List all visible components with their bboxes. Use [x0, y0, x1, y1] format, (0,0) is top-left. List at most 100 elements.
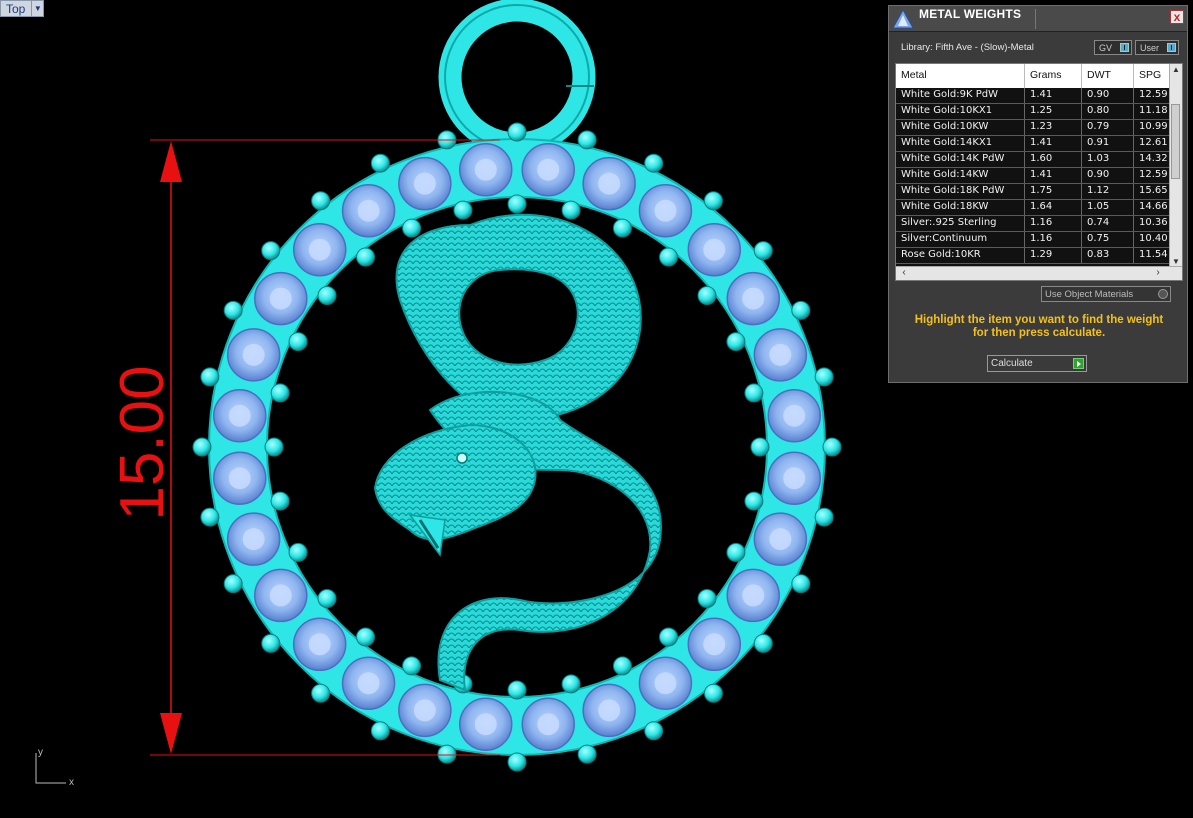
cell-grams: 1.16	[1025, 216, 1082, 231]
gem-facet	[654, 672, 677, 695]
prong-bead	[703, 683, 723, 703]
gem-facet	[357, 672, 380, 695]
gem-facet	[269, 584, 292, 607]
prong-bead	[577, 130, 597, 150]
cell-dwt: 1.12	[1082, 184, 1134, 199]
prong-bead	[507, 122, 527, 142]
gem-facet	[228, 467, 251, 490]
vertical-scrollbar[interactable]: ▲ ▼	[1169, 64, 1182, 268]
table-row[interactable]: Silver:.925 Sterling 1.16 0.74 10.36	[896, 216, 1170, 232]
prong-bead	[644, 153, 664, 173]
gem-facet	[308, 633, 331, 656]
cell-dwt: 0.80	[1082, 104, 1134, 119]
gem-facet	[783, 467, 806, 490]
cell-spg: 15.65	[1139, 185, 1168, 196]
prong-bead	[744, 383, 764, 403]
cell-metal: White Gold:10KX1	[896, 104, 1025, 119]
cell-spg: 14.32	[1139, 153, 1168, 164]
horizontal-scrollbar[interactable]: ‹ ›	[896, 266, 1182, 280]
gem-facet	[537, 158, 560, 181]
cell-grams: 1.16	[1025, 232, 1082, 247]
instruction-text: Highlight the item you want to find the …	[899, 314, 1179, 340]
cell-metal: White Gold:10KW	[896, 120, 1025, 135]
prong-bead	[814, 507, 834, 527]
prong-bead	[791, 300, 811, 320]
prong-bead	[311, 191, 331, 211]
cell-spg: 10.40	[1139, 233, 1168, 244]
toggle-indicator-icon	[1120, 43, 1129, 52]
calculate-button[interactable]: Calculate	[987, 355, 1087, 372]
gem-facet	[742, 584, 765, 607]
prong-bead	[726, 332, 746, 352]
viewport-label[interactable]: Top ▼	[0, 0, 45, 17]
scroll-left-icon[interactable]: ‹	[898, 267, 910, 280]
gem-facet	[703, 238, 726, 261]
cell-spg: 11.54	[1139, 249, 1168, 260]
cell-dwt: 0.83	[1082, 248, 1134, 263]
gem-facet	[783, 404, 806, 427]
prong-bead	[437, 744, 457, 764]
viewport-name[interactable]: Top	[1, 1, 31, 16]
column-header-dwt[interactable]: DWT	[1082, 64, 1134, 88]
cell-spg: 12.59	[1139, 169, 1168, 180]
cell-grams: 1.41	[1025, 88, 1082, 103]
axis-indicator: y x	[35, 747, 74, 788]
table-row[interactable]: White Gold:9K PdW 1.41 0.90 12.59	[896, 88, 1170, 104]
user-toggle[interactable]: User	[1135, 40, 1179, 55]
prong-bead	[753, 241, 773, 261]
instruction-line-2: for then press calculate.	[972, 327, 1106, 339]
table-row[interactable]: Rose Gold:10KR 1.29 0.83 11.54	[896, 248, 1170, 264]
close-button[interactable]: x	[1170, 10, 1184, 24]
prong-bead	[791, 574, 811, 594]
prong-bead	[270, 491, 290, 511]
prong-bead	[402, 218, 422, 238]
table-row[interactable]: White Gold:18KW 1.64 1.05 14.66	[896, 200, 1170, 216]
prong-bead	[355, 247, 375, 267]
dimension-value: 15.00	[108, 365, 177, 520]
table-row[interactable]: White Gold:14KX1 1.41 0.91 12.61	[896, 136, 1170, 152]
cell-dwt: 0.74	[1082, 216, 1134, 231]
snake-body	[373, 213, 662, 692]
column-header-spg[interactable]: SPG	[1134, 64, 1170, 88]
prong-bead	[703, 191, 723, 211]
prong-bead	[192, 437, 212, 457]
use-object-materials-label: Use Object Materials	[1045, 289, 1134, 300]
table-row[interactable]: White Gold:10KX1 1.25 0.80 11.18	[896, 104, 1170, 120]
gv-toggle[interactable]: GV	[1094, 40, 1132, 55]
table-row[interactable]: White Gold:10KW 1.23 0.79 10.99	[896, 120, 1170, 136]
prong-bead	[288, 332, 308, 352]
prong-bead	[370, 721, 390, 741]
scroll-thumb[interactable]	[1171, 104, 1180, 179]
column-header-metal[interactable]: Metal	[896, 64, 1025, 88]
prong-bead	[577, 744, 597, 764]
chevron-down-icon[interactable]: ▼	[31, 1, 43, 16]
prong-bead	[561, 674, 581, 694]
metal-table[interactable]: Metal Grams DWT SPG White Gold:9K PdW 1.4…	[895, 63, 1183, 281]
gem-facet	[598, 172, 621, 195]
prong-bead	[659, 627, 679, 647]
scroll-up-icon[interactable]: ▲	[1170, 64, 1182, 76]
column-header-grams[interactable]: Grams	[1025, 64, 1082, 88]
table-row[interactable]: Silver:Continuum 1.16 0.75 10.40	[896, 232, 1170, 248]
use-object-materials-toggle[interactable]: Use Object Materials	[1041, 286, 1171, 302]
gem-facet	[769, 528, 792, 551]
cell-dwt: 0.90	[1082, 88, 1134, 103]
gem-facet	[598, 699, 621, 722]
table-row[interactable]: White Gold:14KW 1.41 0.90 12.59	[896, 168, 1170, 184]
prong-bead	[507, 680, 527, 700]
panel-titlebar[interactable]: METAL WEIGHTS x	[889, 6, 1187, 32]
table-row[interactable]: White Gold:14K PdW 1.60 1.03 14.32	[896, 152, 1170, 168]
cell-dwt: 0.75	[1082, 232, 1134, 247]
cell-grams: 1.25	[1025, 104, 1082, 119]
scroll-right-icon[interactable]: ›	[1152, 267, 1164, 280]
axis-y-label: y	[38, 747, 43, 758]
prong-bead	[200, 507, 220, 527]
play-icon	[1073, 358, 1084, 369]
instruction-line-1: Highlight the item you want to find the …	[914, 314, 1164, 326]
cell-metal: White Gold:14K PdW	[896, 152, 1025, 167]
prong-bead	[744, 491, 764, 511]
title-divider	[1035, 9, 1036, 29]
gem-facet	[769, 343, 792, 366]
library-label: Library: Fifth Ave - (Slow)-Metal	[901, 42, 1034, 53]
table-row[interactable]: White Gold:18K PdW 1.75 1.12 15.65	[896, 184, 1170, 200]
